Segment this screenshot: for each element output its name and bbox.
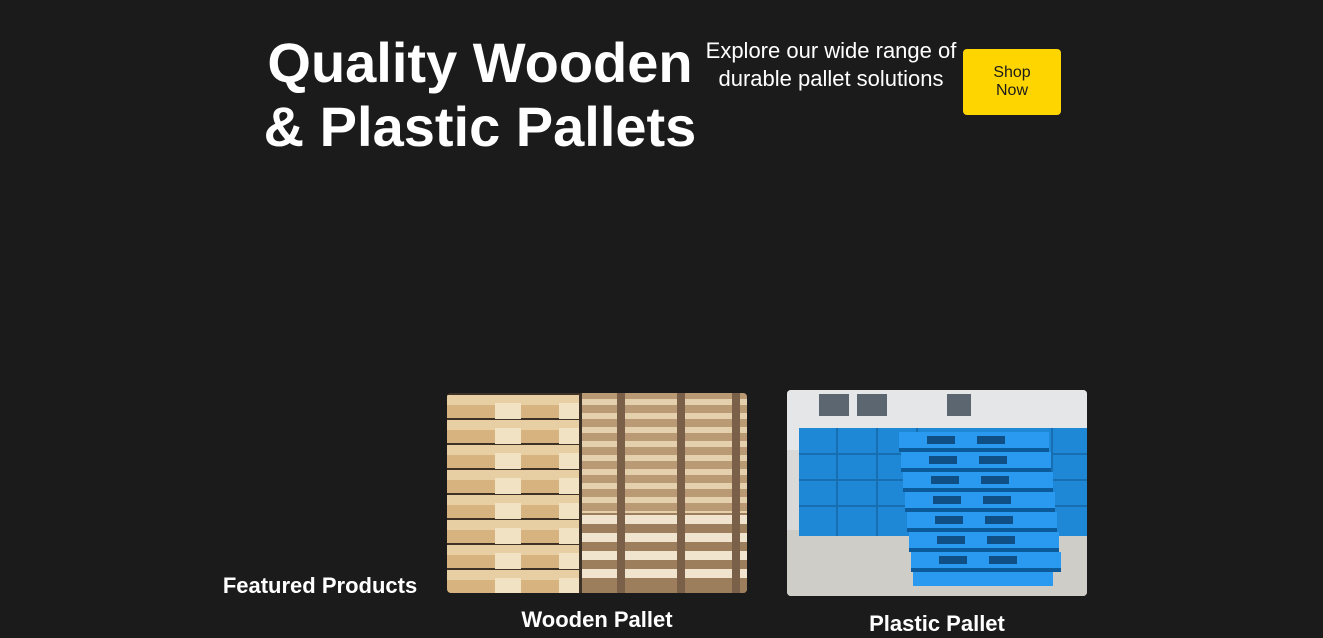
hero-title: Quality Wooden & Plastic Pallets <box>263 31 697 158</box>
product-name[interactable]: Plastic Pallet <box>787 611 1087 637</box>
shop-now-button[interactable]: Shop Now <box>963 49 1061 115</box>
wooden-pallet-image[interactable] <box>447 393 747 593</box>
plastic-pallet-image[interactable] <box>787 390 1087 596</box>
hero-subtitle: Explore our wide range of durable pallet… <box>705 38 957 91</box>
product-card-plastic-pallet[interactable]: Plastic Pallet <box>787 390 1087 637</box>
product-card-wooden-pallet[interactable]: Wooden Pallet <box>447 393 747 633</box>
page: Quality Wooden & Plastic Pallets Explore… <box>0 0 1323 638</box>
product-name[interactable]: Wooden Pallet <box>447 607 747 633</box>
featured-products-heading: Featured Products <box>222 573 418 598</box>
